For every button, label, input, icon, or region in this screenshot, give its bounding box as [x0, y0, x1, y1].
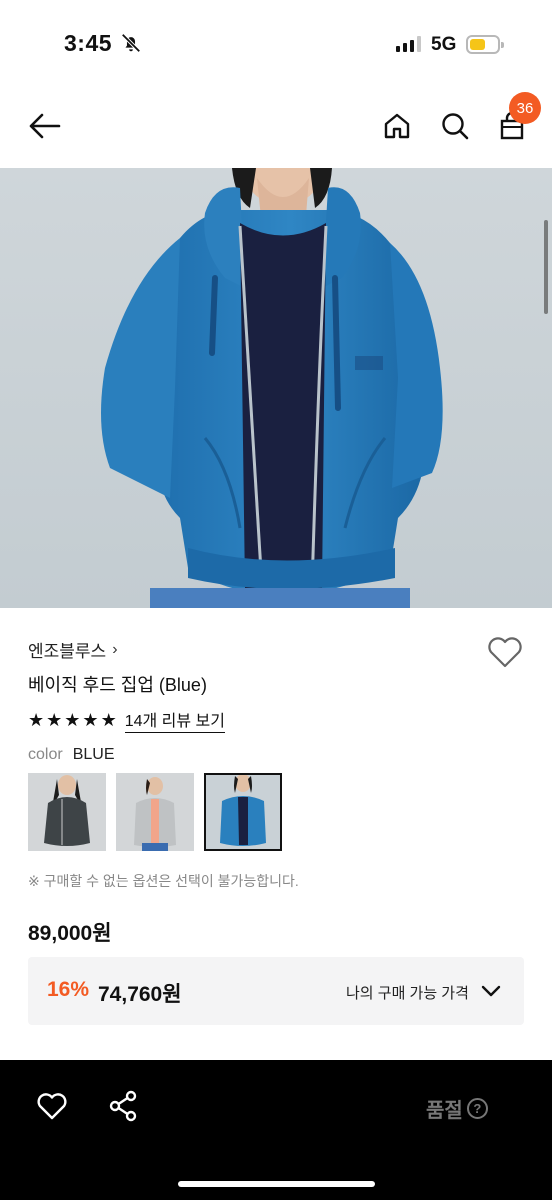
color-swatches: [28, 773, 282, 851]
wishlist-button[interactable]: [486, 634, 524, 670]
star-icon: ★: [28, 709, 45, 730]
help-icon[interactable]: ?: [466, 1098, 488, 1119]
status-time: 3:45: [64, 30, 113, 56]
back-arrow-icon: [29, 113, 61, 139]
share-icon: [109, 1090, 137, 1122]
chevron-right-icon: ›: [112, 640, 118, 658]
home-indicator: [178, 1181, 375, 1187]
network-type: 5G: [431, 34, 457, 55]
soldout-label: 품절: [426, 1100, 463, 1122]
star-rating: ★ ★ ★ ★ ★: [28, 710, 117, 731]
swatch-gray[interactable]: [116, 773, 194, 851]
brand-link[interactable]: 엔조블루스 ›: [28, 637, 118, 662]
color-row: color BLUE: [28, 746, 114, 764]
my-price-label: 나의 구매 가능 가격: [346, 985, 469, 1002]
soldout-status[interactable]: 품절 ?: [426, 1094, 488, 1123]
star-icon: ★: [46, 709, 63, 730]
cart-count-badge: 36: [509, 92, 541, 124]
bottom-like-button[interactable]: [36, 1090, 68, 1122]
heart-icon: [488, 637, 522, 668]
swatch-charcoal[interactable]: [28, 773, 106, 851]
swatch-blue[interactable]: [204, 773, 282, 851]
chevron-down-icon: [481, 985, 501, 997]
battery-icon: [466, 35, 504, 54]
product-photo-illustration: [0, 168, 552, 608]
product-title: 베이직 후드 집업 (Blue): [28, 675, 207, 695]
home-icon: [384, 113, 410, 139]
brand-name: 엔조블루스: [28, 642, 107, 661]
status-bar: 3:45 5G: [0, 0, 552, 90]
rating-row: ★ ★ ★ ★ ★ 14개 리뷰 보기: [28, 707, 225, 733]
discount-price: 74,760원: [98, 983, 182, 1006]
image-scroll-indicator: [544, 220, 548, 314]
home-button[interactable]: [379, 108, 415, 144]
search-button[interactable]: [437, 108, 473, 144]
star-icon: ★: [82, 709, 99, 730]
star-icon: ★: [100, 709, 117, 730]
star-icon: ★: [64, 709, 81, 730]
original-price: 89,000원: [28, 922, 112, 945]
color-value: BLUE: [72, 746, 115, 763]
color-label: color: [28, 746, 63, 763]
option-note: ※ 구매할 수 없는 옵션은 선택이 불가능합니다.: [28, 873, 299, 889]
review-link[interactable]: 14개 리뷰 보기: [124, 707, 225, 733]
cellular-signal-icon: [396, 36, 421, 52]
bell-slash-icon: [121, 33, 141, 53]
back-button[interactable]: [26, 108, 62, 144]
my-price-box[interactable]: 16% 74,760원 나의 구매 가능 가격: [28, 957, 524, 1025]
share-button[interactable]: [108, 1090, 138, 1122]
heart-icon: [37, 1093, 67, 1120]
product-image[interactable]: [0, 168, 552, 608]
search-icon: [442, 113, 469, 140]
bottom-action-bar: 품절 ?: [0, 1060, 552, 1200]
discount-rate: 16%: [47, 978, 90, 1001]
top-nav-bar: [0, 90, 552, 168]
